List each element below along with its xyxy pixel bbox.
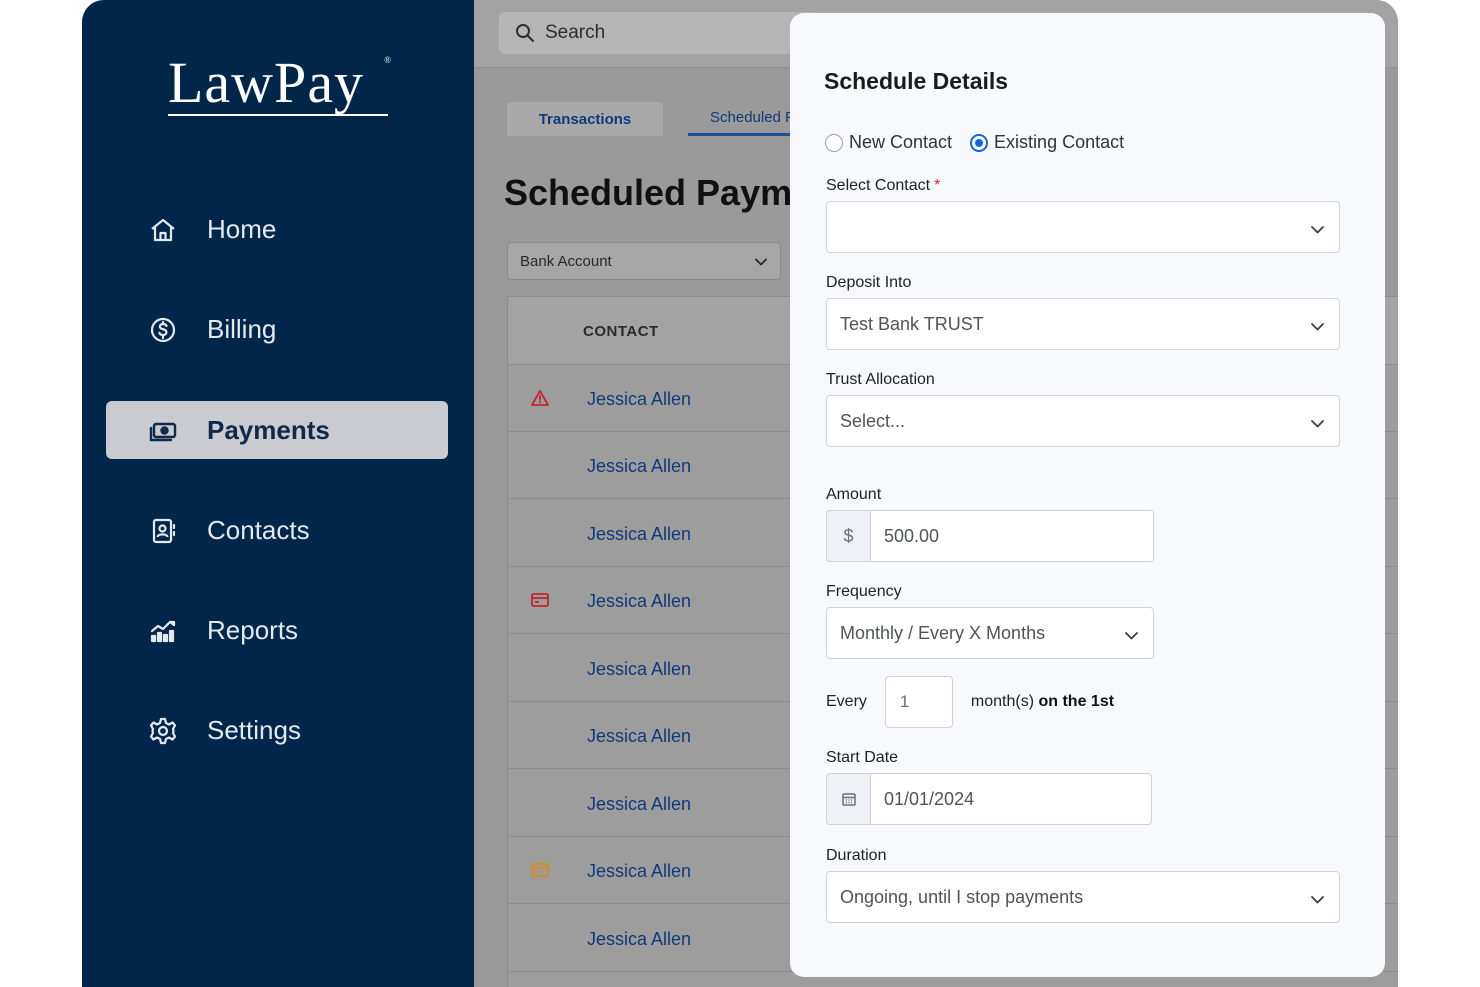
gear-icon — [148, 716, 178, 746]
chevron-down-icon — [1310, 415, 1325, 430]
chevron-down-icon — [754, 255, 768, 269]
select-contact-label-text: Select Contact — [826, 177, 931, 194]
contact-link[interactable]: Jessica Allen — [587, 794, 691, 815]
dollar-circle-icon — [148, 315, 178, 345]
interval-input[interactable]: 1 — [884, 676, 953, 728]
chevron-down-icon — [1124, 627, 1139, 642]
start-date-field: 01/01/2024 — [826, 773, 1152, 825]
logo-text: LawPay — [168, 50, 365, 115]
select-contact-dropdown[interactable] — [826, 201, 1340, 253]
amount-field: $ 500.00 — [826, 510, 1154, 562]
cash-icon — [148, 416, 178, 446]
sidebar-item-label: Reports — [207, 614, 299, 645]
deposit-into-dropdown[interactable]: Test Bank TRUST — [826, 298, 1340, 350]
sidebar-item-billing[interactable]: Billing — [106, 300, 448, 358]
sidebar-item-settings[interactable]: Settings — [106, 701, 448, 759]
amount-label: Amount — [826, 486, 882, 503]
bank-account-select-label: Bank Account — [520, 252, 612, 270]
tab-scheduled-payments[interactable]: Scheduled P — [688, 102, 798, 136]
contact-link[interactable]: Jessica Allen — [587, 591, 691, 612]
duration-value: Ongoing, until I stop payments — [840, 886, 1084, 907]
contact-link[interactable]: Jessica Allen — [587, 389, 691, 410]
sidebar-item-label: Settings — [207, 714, 301, 745]
sidebar-item-payments[interactable]: Payments — [106, 401, 448, 459]
logo-registered-mark: ® — [384, 55, 392, 65]
sidebar-item-label: Billing — [207, 313, 277, 344]
contact-type-radio-group: New Contact Existing Contact — [825, 132, 1124, 153]
home-icon — [148, 215, 178, 245]
deposit-into-label: Deposit Into — [826, 274, 912, 291]
every-interval-row: Every 1 month(s) on the 1st — [826, 676, 1114, 728]
contact-link[interactable]: Jessica Allen — [587, 659, 691, 680]
contact-card-icon — [148, 516, 178, 546]
calendar-icon[interactable] — [826, 773, 870, 825]
interval-unit: month(s) — [970, 693, 1035, 710]
contact-link[interactable]: Jessica Allen — [587, 726, 691, 747]
currency-addon: $ — [826, 510, 870, 562]
schedule-details-panel: Schedule Details New Contact Existing Co… — [790, 13, 1385, 977]
contact-link[interactable]: Jessica Allen — [587, 524, 691, 545]
start-date-label: Start Date — [826, 749, 899, 766]
sidebar-item-label: Payments — [207, 414, 330, 445]
chevron-down-icon — [1310, 891, 1325, 906]
duration-dropdown[interactable]: Ongoing, until I stop payments — [826, 871, 1340, 923]
sidebar: LawPay ® Home Billing Payments Contacts … — [82, 0, 474, 987]
warning-icon — [530, 389, 550, 407]
lawpay-logo[interactable]: LawPay ® — [168, 54, 391, 116]
trust-allocation-placeholder: Select... — [840, 410, 906, 431]
existing-contact-radio[interactable] — [970, 133, 989, 152]
trust-allocation-dropdown[interactable]: Select... — [826, 395, 1340, 447]
trust-allocation-label: Trust Allocation — [826, 371, 935, 388]
sidebar-item-home[interactable]: Home — [106, 200, 448, 258]
required-mark: * — [934, 177, 941, 194]
new-contact-label[interactable]: New Contact — [849, 132, 952, 153]
sidebar-item-label: Contacts — [207, 514, 310, 545]
sidebar-item-contacts[interactable]: Contacts — [106, 501, 448, 559]
chevron-down-icon — [1310, 221, 1325, 236]
deposit-into-value: Test Bank TRUST — [840, 313, 984, 334]
tab-transactions[interactable]: Transactions — [507, 102, 663, 136]
contact-link[interactable]: Jessica Allen — [587, 456, 691, 477]
new-contact-radio[interactable] — [825, 133, 843, 152]
card-icon — [530, 591, 550, 609]
select-contact-label: Select Contact * — [826, 177, 940, 195]
contact-link[interactable]: Jessica Allen — [587, 929, 691, 950]
interval-suffix: month(s) on the 1st — [971, 693, 1114, 711]
existing-contact-label[interactable]: Existing Contact — [994, 132, 1124, 153]
bank-account-select[interactable]: Bank Account — [507, 242, 781, 280]
search-placeholder: Search — [545, 22, 606, 43]
sidebar-item-label: Home — [207, 213, 277, 244]
card-icon — [530, 861, 550, 879]
panel-title: Schedule Details — [824, 68, 1009, 94]
frequency-dropdown[interactable]: Monthly / Every X Months — [826, 607, 1154, 659]
frequency-label: Frequency — [826, 583, 902, 600]
contact-link[interactable]: Jessica Allen — [587, 861, 691, 882]
chart-icon — [148, 616, 178, 646]
chevron-down-icon — [1310, 318, 1325, 333]
column-header-contact[interactable]: CONTACT — [583, 323, 659, 340]
interval-day: on the 1st — [1038, 693, 1115, 710]
amount-input[interactable]: 500.00 — [870, 510, 1154, 562]
sidebar-item-reports[interactable]: Reports — [106, 601, 448, 659]
search-icon — [515, 23, 535, 43]
every-label: Every — [826, 693, 867, 710]
frequency-value: Monthly / Every X Months — [840, 622, 1046, 643]
duration-label: Duration — [826, 847, 887, 864]
start-date-input[interactable]: 01/01/2024 — [870, 773, 1152, 825]
search-input[interactable]: Search — [499, 12, 819, 54]
